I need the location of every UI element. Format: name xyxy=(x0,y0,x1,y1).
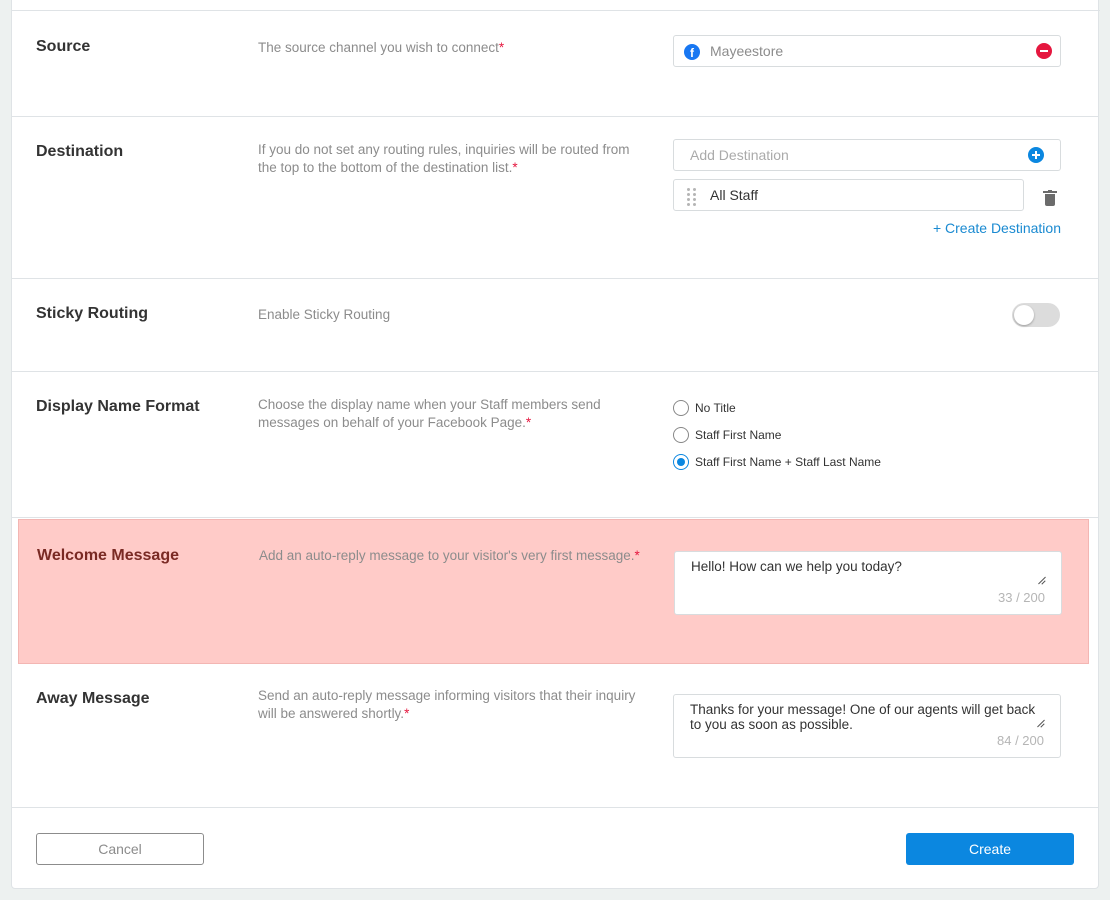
trash-icon[interactable] xyxy=(1043,190,1057,206)
source-channel-field[interactable]: f Mayeestore xyxy=(673,35,1061,67)
sticky-routing-toggle[interactable] xyxy=(1012,303,1060,327)
source-channel-name: Mayeestore xyxy=(710,43,784,59)
radio-button[interactable] xyxy=(673,427,689,443)
required-mark: * xyxy=(634,548,640,563)
away-message-title: Away Message xyxy=(36,690,150,707)
away-message-row: Away Message Send an auto-reply message … xyxy=(12,663,1099,808)
destination-row: Destination If you do not set any routin… xyxy=(12,117,1099,279)
away-message-description: Send an auto-reply message informing vis… xyxy=(258,688,636,721)
display-name-format-title: Display Name Format xyxy=(36,398,200,415)
radio-label: Staff First Name xyxy=(695,428,782,442)
display-name-format-row: Display Name Format Choose the display n… xyxy=(12,372,1099,518)
sticky-routing-title: Sticky Routing xyxy=(36,305,149,322)
away-message-textarea[interactable]: Thanks for your message! One of our agen… xyxy=(673,694,1061,758)
resize-grip-icon[interactable] xyxy=(1036,720,1044,728)
away-message-text: Thanks for your message! One of our agen… xyxy=(690,702,1036,732)
channel-form-card: Source The source channel you wish to co… xyxy=(11,0,1100,889)
destination-description: If you do not set any routing rules, inq… xyxy=(258,142,630,175)
radio-staff-first-name[interactable]: Staff First Name xyxy=(673,427,781,443)
required-mark: * xyxy=(498,40,505,55)
welcome-message-description: Add an auto-reply message to your visito… xyxy=(259,548,640,563)
source-row: Source The source channel you wish to co… xyxy=(12,11,1099,117)
sticky-routing-row: Sticky Routing Enable Sticky Routing xyxy=(12,279,1099,372)
character-counter: 84 / 200 xyxy=(997,733,1044,748)
create-destination-link[interactable]: + Create Destination xyxy=(933,220,1061,236)
source-description: The source channel you wish to connect* xyxy=(258,40,505,55)
welcome-message-title: Welcome Message xyxy=(37,547,179,564)
toggle-knob xyxy=(1014,305,1034,325)
radio-button[interactable] xyxy=(673,454,689,470)
display-name-format-description: Choose the display name when your Staff … xyxy=(258,397,601,430)
welcome-message-row: Welcome Message Add an auto-reply messag… xyxy=(18,519,1089,664)
required-mark: * xyxy=(525,415,532,430)
character-counter: 33 / 200 xyxy=(998,590,1045,605)
drag-handle-icon[interactable] xyxy=(687,188,701,206)
add-destination-icon[interactable] xyxy=(1028,147,1044,163)
facebook-icon: f xyxy=(684,44,700,60)
source-title: Source xyxy=(36,38,91,55)
create-button[interactable]: Create xyxy=(906,833,1074,865)
add-destination-placeholder: Add Destination xyxy=(690,147,789,163)
destination-title: Destination xyxy=(36,143,124,160)
welcome-message-text: Hello! How can we help you today? xyxy=(691,559,902,574)
radio-button[interactable] xyxy=(673,400,689,416)
required-mark: * xyxy=(512,160,518,175)
add-destination-input[interactable]: Add Destination xyxy=(673,139,1061,171)
radio-no-title[interactable]: No Title xyxy=(673,400,736,416)
radio-label: No Title xyxy=(695,401,736,415)
destination-item[interactable]: All Staff xyxy=(673,179,1024,211)
radio-staff-full-name[interactable]: Staff First Name + Staff Last Name xyxy=(673,454,881,470)
required-mark: * xyxy=(404,706,410,721)
cancel-button[interactable]: Cancel xyxy=(36,833,204,865)
sticky-routing-description: Enable Sticky Routing xyxy=(258,307,391,322)
welcome-message-textarea[interactable]: Hello! How can we help you today? 33 / 2… xyxy=(674,551,1062,615)
destination-item-label: All Staff xyxy=(710,187,758,203)
radio-label: Staff First Name + Staff Last Name xyxy=(695,455,881,469)
remove-source-icon[interactable] xyxy=(1036,43,1052,59)
resize-grip-icon[interactable] xyxy=(1037,577,1045,585)
